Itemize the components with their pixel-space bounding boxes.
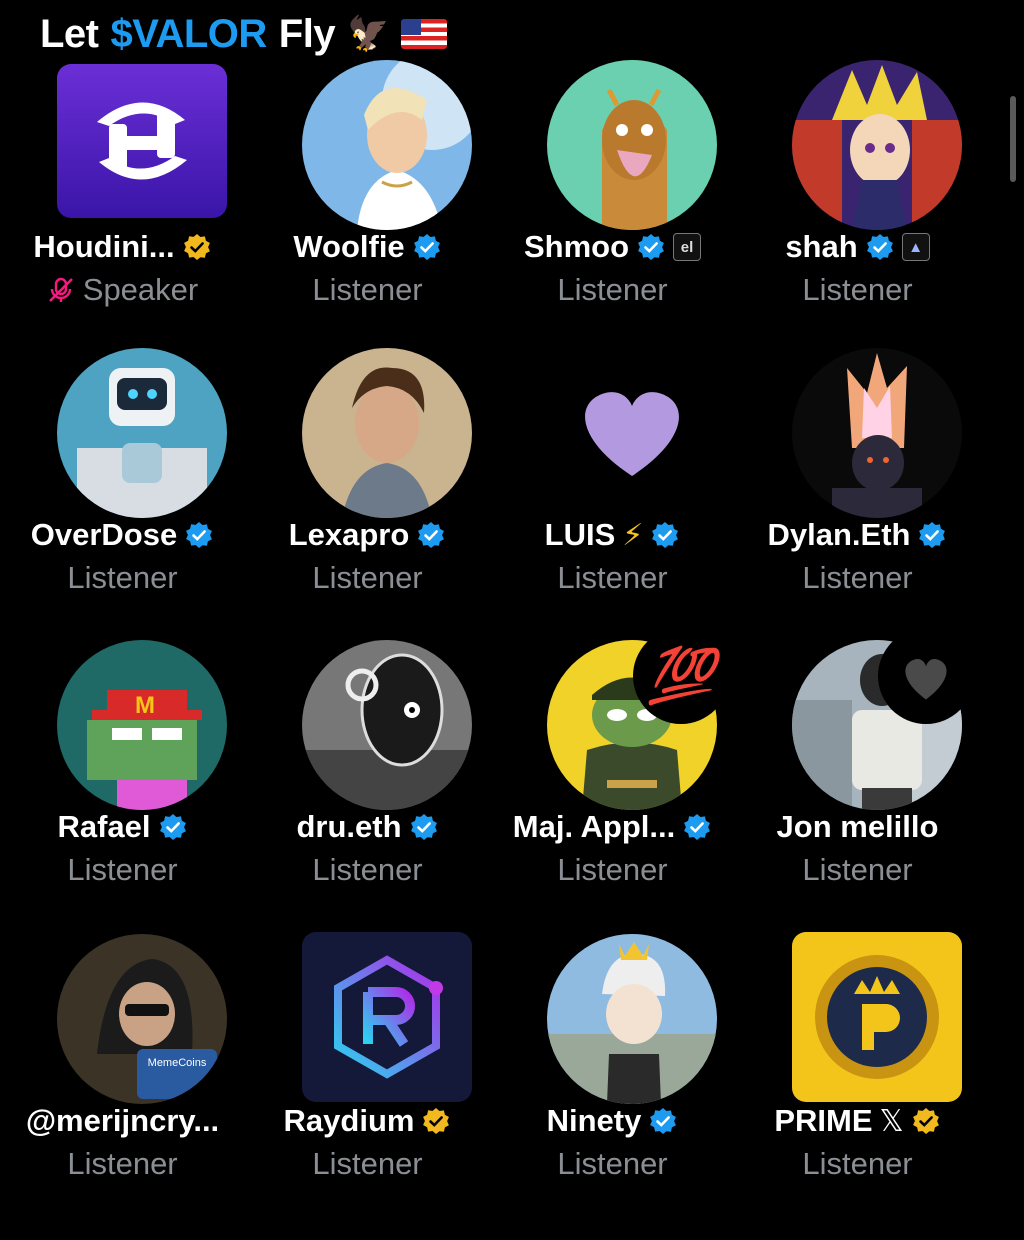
participant-name[interactable]: dru.eth [296, 809, 401, 845]
participant-role: Listener [312, 1146, 423, 1181]
avatar[interactable] [792, 932, 962, 1102]
avatar[interactable] [302, 348, 472, 518]
affiliate-badge[interactable]: ▲ [901, 233, 930, 261]
participant-role: Listener [67, 1146, 178, 1181]
participant-role: Listener [802, 560, 913, 595]
avatar[interactable] [302, 60, 472, 230]
participant-card[interactable]: Shmoo el Listener [490, 60, 735, 366]
x-logo-icon: 𝕏 [879, 1104, 904, 1138]
avatar[interactable] [547, 348, 717, 518]
participant-card[interactable]: OverDose Listener [0, 348, 245, 654]
participant-card[interactable]: PRIME 𝕏 Listener [735, 932, 980, 1240]
blue-verified-icon [184, 520, 214, 550]
participant-role: Listener [312, 852, 423, 887]
participant-name[interactable]: Ninety [547, 1103, 642, 1139]
participant-card[interactable]: MemeCoins @merijncry... Listener [0, 934, 245, 1240]
blue-verified-icon [917, 520, 947, 550]
prime-logo [792, 932, 962, 1102]
participant-card[interactable]: LUIS ⚡ Listener [490, 348, 735, 654]
participant-name[interactable]: Dylan.Eth [768, 517, 911, 553]
participant-role: Listener [557, 1146, 668, 1181]
participant-name[interactable]: Maj. Appl... [513, 809, 675, 845]
participant-card[interactable]: Raydium Listener [245, 932, 490, 1240]
participant-name[interactable]: @merijncry... [26, 1103, 219, 1139]
reaction-badge: 💯 [633, 628, 729, 724]
blue-verified-icon [682, 812, 712, 842]
participant-name[interactable]: shah [785, 229, 857, 265]
participant-role: Listener [802, 272, 913, 307]
blue-verified-icon [865, 232, 895, 262]
participant-role: Speaker [82, 272, 199, 307]
participant-card[interactable]: Jon melillo Listener [735, 628, 980, 946]
affiliate-badge[interactable]: el [673, 233, 702, 261]
blue-verified-icon [636, 232, 666, 262]
avatar[interactable] [57, 348, 227, 518]
avatar[interactable] [57, 64, 227, 218]
svg-text:MemeCoins: MemeCoins [148, 1057, 207, 1069]
participant-name[interactable]: Woolfie [293, 229, 404, 265]
participant-card[interactable]: dru.eth Listener [245, 640, 490, 946]
hundred-emoji: 💯 [647, 645, 715, 706]
blue-verified-icon [412, 232, 442, 262]
mic-off-icon [47, 276, 75, 304]
svg-text:M: M [135, 692, 155, 719]
blue-verified-icon [648, 1106, 678, 1136]
participant-role: Listener [312, 560, 423, 595]
lightning-emoji: ⚡ [622, 518, 644, 552]
participant-card[interactable]: Woolfie Listener [245, 60, 490, 366]
participant-name[interactable]: PRIME [774, 1103, 872, 1139]
participant-card[interactable]: 💯 Maj. Appl... Listener [490, 628, 735, 946]
avatar[interactable] [547, 934, 717, 1104]
participant-name[interactable]: Rafael [57, 809, 150, 845]
gold-verified-icon [911, 1106, 941, 1136]
reaction-badge [878, 628, 974, 724]
gold-verified-icon [421, 1106, 451, 1136]
avatar[interactable] [792, 60, 962, 230]
blue-verified-icon [158, 812, 188, 842]
blue-verified-icon [409, 812, 439, 842]
participant-role: Listener [557, 272, 668, 307]
participant-name[interactable]: Houdini... [33, 229, 174, 265]
participant-card[interactable]: Ninety Listener [490, 934, 735, 1240]
gold-verified-icon [182, 232, 212, 262]
avatar[interactable] [302, 932, 472, 1102]
participant-role: Listener [67, 852, 178, 887]
participant-role: Listener [557, 852, 668, 887]
participant-name[interactable]: Lexapro [289, 517, 410, 553]
participant-name[interactable]: Shmoo [524, 229, 629, 265]
avatar[interactable]: MemeCoins [57, 934, 227, 1104]
participant-card[interactable]: shah ▲ Listener [735, 60, 980, 366]
participant-name[interactable]: Jon melillo [777, 809, 939, 845]
participant-card[interactable]: Houdini... Speaker [0, 64, 245, 366]
participant-role: Listener [802, 1146, 913, 1181]
participant-name[interactable]: OverDose [31, 517, 177, 553]
raydium-logo [302, 932, 472, 1102]
participant-name[interactable]: LUIS [545, 517, 616, 553]
participant-card[interactable]: M Rafael Listener [0, 640, 245, 946]
participant-grid: Houdini... Speaker Woolfie Listener Shmo… [0, 0, 1024, 1200]
participant-name[interactable]: Raydium [284, 1103, 415, 1139]
participant-role: Listener [312, 272, 423, 307]
participant-card[interactable]: Dylan.Eth Listener [735, 348, 980, 654]
participant-role: Listener [67, 560, 178, 595]
participant-card[interactable]: Lexapro Listener [245, 348, 490, 654]
participant-role: Listener [557, 560, 668, 595]
heart-icon [905, 659, 947, 700]
blue-verified-icon [416, 520, 446, 550]
avatar[interactable]: M [57, 640, 227, 810]
blue-verified-icon [650, 520, 680, 550]
houdini-logo [57, 64, 227, 218]
avatar[interactable] [302, 640, 472, 810]
avatar[interactable] [547, 60, 717, 230]
avatar[interactable] [792, 348, 962, 518]
participant-role: Listener [802, 852, 913, 887]
heart-icon [547, 348, 717, 518]
